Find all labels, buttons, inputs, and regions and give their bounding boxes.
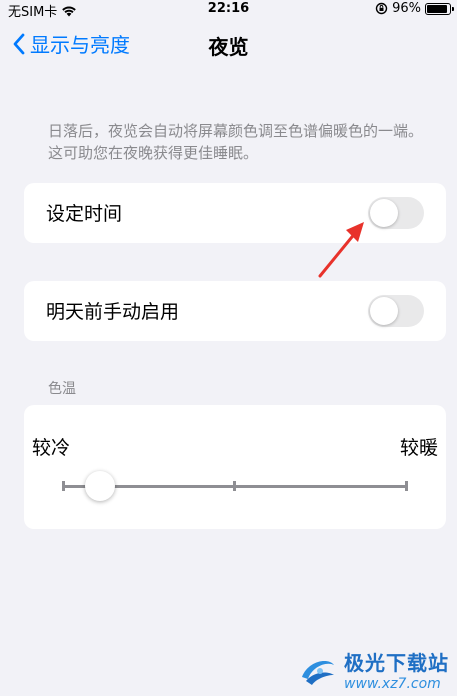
color-temp-header: 色温 bbox=[48, 381, 76, 397]
nav-bar: 显示与亮度 夜览 bbox=[0, 22, 457, 66]
battery-level bbox=[427, 4, 448, 13]
color-temp-card: 较冷 较暖 bbox=[24, 405, 446, 529]
watermark-title: 极光下载站 bbox=[344, 651, 449, 675]
slider-tick-end bbox=[405, 481, 408, 491]
watermark-url: www.xz7.com bbox=[344, 676, 441, 692]
slider-tick-start bbox=[62, 481, 65, 491]
cooler-label: 较冷 bbox=[32, 437, 71, 459]
color-temp-slider[interactable] bbox=[62, 471, 408, 501]
slider-tick-middle bbox=[233, 481, 236, 491]
scheduled-label: 设定时间 bbox=[46, 203, 123, 225]
status-right: 96% bbox=[375, 1, 454, 16]
warmer-label: 较暖 bbox=[399, 437, 438, 459]
manual-enable-label: 明天前手动启用 bbox=[46, 301, 180, 323]
battery-percent: 96% bbox=[392, 1, 421, 16]
battery-icon bbox=[425, 2, 454, 15]
manual-enable-cell: 明天前手动启用 bbox=[24, 281, 446, 341]
manual-enable-toggle[interactable] bbox=[368, 295, 424, 327]
slider-thumb[interactable] bbox=[85, 471, 116, 501]
annotation-arrow-icon bbox=[318, 222, 364, 278]
watermark: 极光下载站 www.xz7.com bbox=[298, 647, 449, 692]
page-title: 夜览 bbox=[208, 35, 249, 59]
night-shift-description: 日落后，夜览会自动将屏幕颜色调至色谱偏暖色的一端。这可助您在夜晚获得更佳睡眠。 bbox=[48, 122, 424, 162]
scheduled-toggle[interactable] bbox=[368, 197, 424, 229]
toggle-knob bbox=[370, 297, 398, 325]
orientation-lock-icon bbox=[375, 2, 388, 15]
status-bar: 无SIM卡 22:16 96% bbox=[0, 0, 457, 20]
toggle-knob bbox=[370, 199, 398, 227]
scheduled-cell: 设定时间 bbox=[24, 183, 446, 243]
aurora-logo-icon bbox=[302, 660, 334, 685]
watermark-text: 极光下载站 www.xz7.com bbox=[344, 647, 449, 692]
